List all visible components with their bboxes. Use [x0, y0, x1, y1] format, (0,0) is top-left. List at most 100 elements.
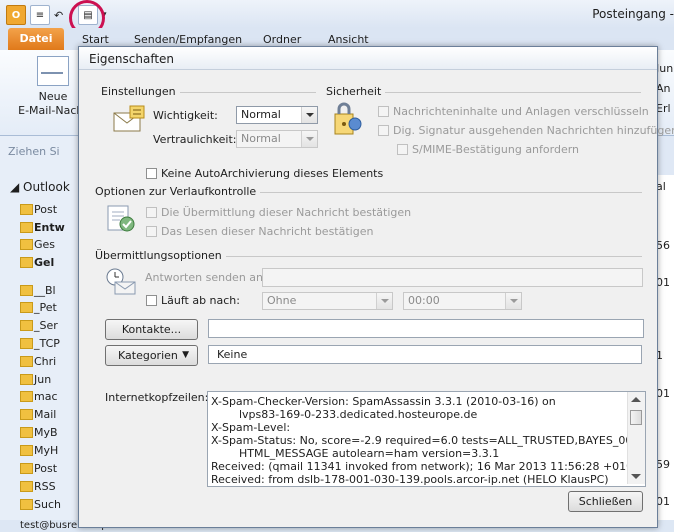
- folder-item[interactable]: Gel: [34, 256, 54, 269]
- scroll-up-icon[interactable]: [631, 397, 641, 402]
- categories-button[interactable]: Kategorien ▼: [105, 345, 198, 366]
- ribbon-right-item[interactable]: An: [656, 82, 671, 95]
- tab-file[interactable]: Datei: [8, 28, 64, 50]
- dialog-title-bar: Eigenschaften: [79, 47, 657, 70]
- header-line: Received: (qmail 11341 invoked from netw…: [211, 460, 641, 473]
- sensitivity-value: Normal: [241, 132, 281, 145]
- chevron-down-icon: [301, 107, 317, 123]
- folder-icon: [20, 257, 33, 268]
- expires-date-select[interactable]: Ohne: [262, 292, 393, 310]
- outlook-app-icon[interactable]: O: [6, 5, 26, 25]
- encrypt-label: Nachrichteninhalte und Anlagen verschlüs…: [393, 105, 649, 118]
- folder-icon: [20, 481, 33, 492]
- properties-dialog: Eigenschaften Einstellungen Wichtigkeit:…: [78, 46, 674, 528]
- folder-icon: [20, 302, 33, 313]
- list-fragment: 56: [656, 239, 670, 252]
- folder-item[interactable]: _TCP: [34, 337, 60, 350]
- folder-icon: [20, 338, 33, 349]
- encrypt-checkbox[interactable]: [378, 106, 389, 117]
- folder-item[interactable]: __Bl: [34, 284, 56, 297]
- folder-item[interactable]: Post: [34, 203, 57, 216]
- folder-item[interactable]: Mail: [34, 408, 56, 421]
- ribbon-right-item[interactable]: Erl: [656, 102, 671, 115]
- outlook-root-label: Outlook: [23, 180, 70, 194]
- close-button[interactable]: Schließen: [568, 491, 643, 512]
- header-line: HTML_MESSAGE autolearn=ham version=3.3.1: [211, 447, 500, 460]
- smime-checkbox[interactable]: [397, 144, 408, 155]
- list-fragment: 01: [656, 495, 670, 508]
- security-section: Sicherheit: [326, 85, 641, 98]
- folder-item[interactable]: MyB: [34, 426, 58, 439]
- scroll-thumb[interactable]: [630, 410, 642, 425]
- reply-to-input[interactable]: [262, 268, 643, 287]
- headers-textbox[interactable]: X-Spam-Checker-Version: SpamAssassin 3.3…: [207, 391, 646, 487]
- categories-button-label: Kategorien: [118, 349, 178, 362]
- no-autoarchive-label: Keine AutoArchivierung dieses Elements: [161, 167, 384, 180]
- folder-icon: [20, 391, 33, 402]
- importance-value: Normal: [241, 108, 281, 121]
- sign-checkbox[interactable]: [378, 125, 389, 136]
- expires-date-value: Ohne: [267, 294, 297, 307]
- importance-label: Wichtigkeit:: [153, 109, 218, 122]
- delivery-section: Übermittlungsoptionen: [95, 249, 642, 262]
- folder-item[interactable]: _Pet: [34, 301, 57, 314]
- contacts-input[interactable]: [208, 319, 644, 338]
- send-receive-icon[interactable]: ≡: [30, 5, 50, 25]
- headers-scrollbar[interactable]: [627, 392, 645, 484]
- new-mail-icon: [37, 56, 69, 86]
- ribbon-right-item[interactable]: Jun: [656, 62, 673, 75]
- chevron-down-icon: [505, 293, 521, 309]
- settings-section: Einstellungen: [101, 85, 316, 98]
- smime-label: S/MIME-Bestätigung anfordern: [412, 143, 580, 156]
- folder-item[interactable]: Such: [34, 498, 61, 511]
- folder-item[interactable]: Entw: [34, 221, 65, 234]
- sensitivity-label: Vertraulichkeit:: [153, 133, 237, 146]
- header-line: X-Spam-Level:: [211, 421, 291, 434]
- folder-item[interactable]: _Ser: [34, 319, 58, 332]
- folder-item[interactable]: Ges: [34, 238, 55, 251]
- title-bar: O ≡ ↶ ▤ ▾ Posteingang -: [0, 0, 674, 36]
- folder-item[interactable]: Post: [34, 462, 57, 475]
- folder-icon: [20, 204, 33, 215]
- folder-icon: [20, 356, 33, 367]
- folder-icon: [20, 463, 33, 474]
- chevron-down-icon: ▼: [182, 350, 189, 360]
- reply-to-label: Antworten senden an:: [145, 271, 267, 284]
- expires-time-select[interactable]: 00:00: [403, 292, 522, 310]
- importance-select[interactable]: Normal: [236, 106, 318, 124]
- folder-icon: [20, 445, 33, 456]
- folder-icon: [20, 222, 33, 233]
- tab-start[interactable]: Start: [82, 33, 109, 46]
- no-autoarchive-checkbox[interactable]: [146, 168, 157, 179]
- settings-heading: Einstellungen: [101, 85, 180, 98]
- folder-item[interactable]: MyH: [34, 444, 58, 457]
- sensitivity-select[interactable]: Normal: [236, 130, 318, 148]
- settings-envelope-icon: [113, 105, 145, 132]
- dialog-title: Eigenschaften: [89, 52, 175, 66]
- outlook-root[interactable]: ◢ Outlook: [10, 180, 70, 194]
- tab-folder[interactable]: Ordner: [263, 33, 301, 46]
- read-receipt-label: Das Lesen dieser Nachricht bestätigen: [161, 225, 374, 238]
- folder-item[interactable]: Chri: [34, 355, 56, 368]
- folder-icon: [20, 239, 33, 250]
- tracking-icon: [107, 205, 135, 232]
- scroll-down-icon[interactable]: [631, 474, 641, 479]
- categories-input[interactable]: Keine: [208, 345, 642, 364]
- sign-label: Dig. Signatur ausgehenden Nachrichten hi…: [393, 124, 674, 137]
- undo-icon[interactable]: ↶: [54, 9, 64, 22]
- delivery-receipt-label: Die Übermittlung dieser Nachricht bestät…: [161, 206, 412, 219]
- tab-send-receive[interactable]: Senden/Empfangen: [134, 33, 242, 46]
- chevron-down-icon: [376, 293, 392, 309]
- folder-item[interactable]: Jun: [34, 373, 51, 386]
- delivery-receipt-checkbox[interactable]: [146, 207, 157, 218]
- header-line: X-Spam-Checker-Version: SpamAssassin 3.3…: [211, 395, 556, 408]
- folder-item[interactable]: mac: [34, 390, 58, 403]
- folder-icon: [20, 320, 33, 331]
- expires-checkbox[interactable]: [146, 295, 157, 306]
- tab-view[interactable]: Ansicht: [328, 33, 369, 46]
- expires-time-value: 00:00: [408, 294, 440, 307]
- read-receipt-checkbox[interactable]: [146, 226, 157, 237]
- contacts-button[interactable]: Kontakte...: [105, 319, 198, 340]
- folder-item[interactable]: RSS: [34, 480, 56, 493]
- header-line: X-Spam-Status: No, score=-2.9 required=6…: [211, 434, 636, 447]
